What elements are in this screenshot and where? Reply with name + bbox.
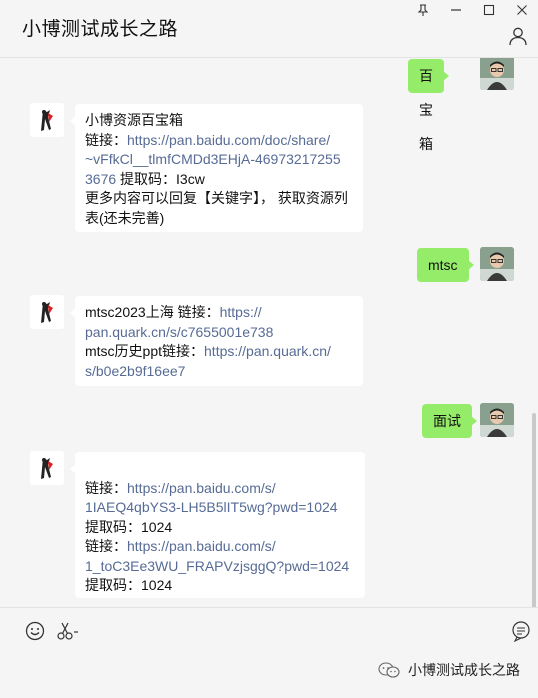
message-bubble-self[interactable]: mtsc (417, 248, 474, 282)
message-link[interactable]: https://pan.baidu.com/doc/share/ (127, 132, 330, 148)
message-line: 链接：https://pan.baidu.com/doc/share/ (85, 131, 353, 151)
message-link[interactable]: ~vFfkCl__tlmfCMDd3EHjA-46973217255 (85, 151, 341, 167)
message-bubble-bot[interactable]: 小博资源百宝箱 链接：https://pan.baidu.com/doc/shar… (70, 104, 363, 232)
message-link[interactable]: https://pan.baidu.com/s/ (127, 480, 276, 496)
message-line: 1_toC3Ee3WU_FRAPVzjsggQ?pwd=1024 (85, 557, 355, 577)
self-avatar[interactable] (480, 403, 514, 437)
pin-icon[interactable] (406, 0, 439, 20)
chat-messages[interactable]: 百宝箱 小博资源百宝箱 链接：https://pan.baidu.com/doc/… (0, 58, 538, 608)
message-link[interactable]: pan.quark.cn/s/c7655001e738 (85, 324, 273, 340)
message-link[interactable]: 1IAEQ4qbYS3-LH5B5lIT5wg?pwd=1024 (85, 499, 338, 515)
message-text: 提取码：1024 (85, 518, 173, 535)
minimize-icon[interactable] (439, 0, 472, 20)
message-line: pan.quark.cn/s/c7655001e738 (85, 323, 353, 343)
message-link[interactable]: 3676 (85, 171, 116, 187)
message-text: 百宝箱 (419, 68, 433, 152)
message-link[interactable]: 1_toC3Ee3WU_FRAPVzjsggQ?pwd=1024 (85, 558, 349, 574)
message-text: 小博资源百宝箱 (85, 112, 183, 128)
message-link[interactable]: https://pan.quark.cn/ (204, 343, 331, 359)
message-text: 更多内容可以回复【关键字】， 获取资源列 (85, 190, 348, 206)
maximize-icon[interactable] (472, 0, 505, 20)
close-icon[interactable] (505, 0, 538, 20)
message-text: 表(还未完善) (85, 209, 165, 226)
scissors-icon[interactable] (56, 620, 80, 642)
message-text: 提取码：1024 (85, 577, 173, 593)
message-text: 链接： (85, 538, 127, 554)
message-bubble-self[interactable]: 百宝箱 (408, 59, 449, 152)
message-text: 链接： (85, 479, 127, 496)
message-line (85, 459, 355, 479)
message-line: mtsc2023上海 链接：https:// (85, 303, 353, 323)
message-line: s/b0e2b9f16ee7 (85, 362, 353, 382)
message-link[interactable]: https://pan.baidu.com/s/ (127, 538, 276, 554)
message-line: 更多内容可以回复【关键字】， 获取资源列 (85, 189, 353, 209)
message-line: 提取码：1024 (85, 518, 355, 538)
wechat-icon (378, 662, 400, 678)
message-text: 面试 (433, 413, 461, 429)
message-bubble-bot[interactable]: 链接：https://pan.baidu.com/s/1IAEQ4qbYS3-L… (70, 452, 365, 598)
user-profile-icon[interactable] (508, 26, 528, 46)
bot-avatar[interactable] (30, 451, 64, 485)
chat-window: 小博测试成长之路 百宝箱 小博资源百宝箱 链接：https://pan.baid… (0, 0, 538, 698)
message-text: 链接： (85, 131, 127, 148)
emoji-icon[interactable] (24, 620, 46, 642)
message-line: 提取码：1024 (85, 576, 355, 596)
window-controls (406, 0, 538, 20)
message-line: 3676 提取码：I3cw (85, 170, 353, 190)
message-bubble-self[interactable]: 面试 (422, 404, 477, 438)
chat-history-icon[interactable] (510, 620, 532, 643)
chat-scrollbar[interactable] (532, 413, 536, 608)
brand-footer: 小博测试成长之路 (378, 660, 520, 680)
message-link[interactable]: s/b0e2b9f16ee7 (85, 363, 185, 379)
self-avatar[interactable] (480, 247, 514, 281)
message-line: 链接：https://pan.baidu.com/s/ (85, 479, 355, 499)
bot-avatar[interactable] (30, 295, 64, 329)
self-avatar[interactable] (480, 58, 514, 90)
message-text: mtsc历史ppt链接： (85, 343, 205, 359)
message-link[interactable]: https:// (220, 304, 262, 320)
message-bubble-bot[interactable]: mtsc2023上海 链接：https://pan.quark.cn/s/c76… (70, 296, 363, 386)
message-line: ~vFfkCl__tlmfCMDd3EHjA-46973217255 (85, 150, 353, 170)
message-text: mtsc (428, 257, 458, 273)
chat-header: 小博测试成长之路 (0, 0, 538, 58)
message-line: 小博资源百宝箱 (85, 111, 353, 131)
message-line: mtsc历史ppt链接：https://pan.quark.cn/ (85, 342, 353, 362)
bot-avatar[interactable] (30, 103, 64, 137)
message-text: 提取码：I3cw (116, 170, 205, 187)
chat-title: 小博测试成长之路 (22, 19, 179, 40)
message-text: mtsc2023上海 链接： (85, 304, 220, 320)
message-line: 表(还未完善) (85, 209, 353, 229)
brand-name: 小博测试成长之路 (408, 662, 520, 678)
message-line: 链接：https://pan.baidu.com/s/ (85, 537, 355, 557)
message-line: 1IAEQ4qbYS3-LH5B5lIT5wg?pwd=1024 (85, 498, 355, 518)
input-area[interactable]: 小博测试成长之路 (0, 607, 538, 698)
